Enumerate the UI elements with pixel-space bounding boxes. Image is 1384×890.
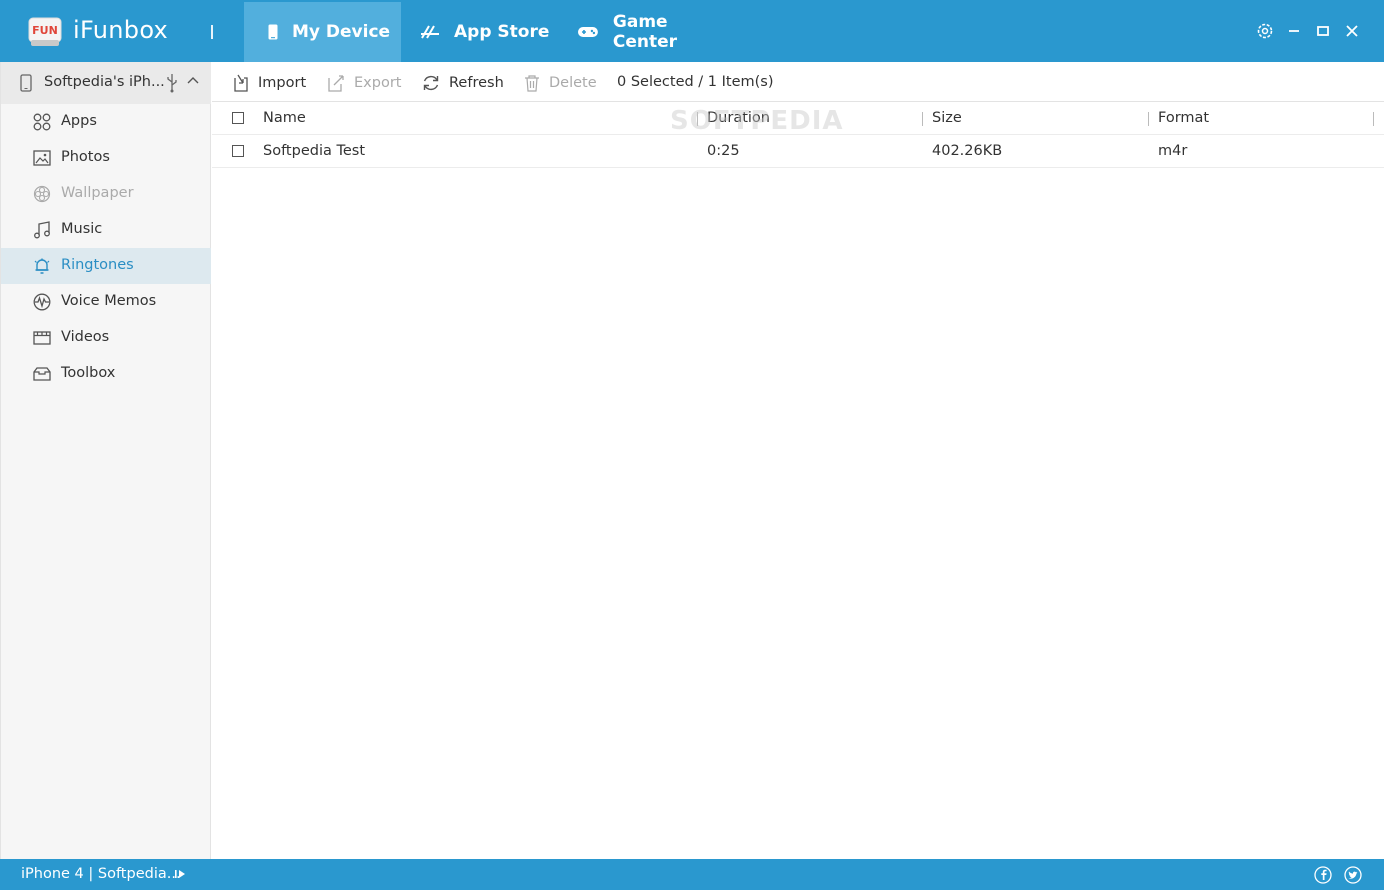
cell-size: 402.26KB: [932, 143, 1003, 159]
bell-icon: [34, 258, 50, 274]
column-resize-handle[interactable]: [922, 112, 923, 126]
refresh-icon: [423, 75, 439, 91]
export-icon: [328, 75, 344, 92]
flower-icon: [33, 185, 51, 203]
usb-icon: [167, 74, 177, 93]
tab-app-store[interactable]: App Store: [420, 2, 550, 62]
column-header-size[interactable]: Size: [932, 110, 962, 126]
sidebar-item-ringtones[interactable]: Ringtones: [1, 248, 211, 284]
sidebar-item-toolbox[interactable]: Toolbox: [1, 356, 211, 392]
row-checkbox[interactable]: [232, 145, 244, 157]
cell-name: Softpedia Test: [263, 143, 366, 159]
device-phone-icon: [20, 74, 32, 92]
sidebar-item-photos[interactable]: Photos: [1, 140, 211, 176]
music-note-icon: [34, 221, 50, 239]
maximize-icon: [1317, 26, 1329, 36]
column-resize-handle[interactable]: [1148, 112, 1149, 126]
trash-icon: [525, 75, 539, 92]
export-button[interactable]: Export: [326, 73, 401, 93]
watermark: SOFTPEDIA: [670, 106, 844, 136]
settings-icon: [1257, 23, 1273, 39]
waveform-icon: [33, 293, 51, 311]
sidebar-item-label: Apps: [61, 113, 97, 129]
sidebar-item-label: Wallpaper: [61, 185, 134, 201]
close-icon: [1346, 25, 1358, 37]
sidebar-item-label: Music: [61, 221, 103, 237]
tab-label: App Store: [454, 22, 550, 42]
sidebar-item-label: Voice Memos: [61, 293, 157, 309]
sidebar-item-label: Toolbox: [61, 365, 116, 381]
app-store-icon: [421, 25, 439, 39]
facebook-icon[interactable]: [1314, 866, 1332, 884]
gamepad-icon: [577, 27, 598, 37]
toolbox-icon: [33, 367, 51, 381]
refresh-button[interactable]: Refresh: [421, 73, 504, 93]
selection-status: 0 Selected / 1 Item(s): [617, 74, 774, 90]
export-label: Export: [354, 75, 402, 91]
chevron-up-icon[interactable]: [187, 76, 199, 86]
svg-text:FUN: FUN: [32, 24, 58, 37]
cell-duration: 0:25: [707, 143, 740, 159]
title-bar: FUN iFunbox My Device App Store Game Cen…: [0, 0, 1384, 62]
sidebar-item-label: Videos: [61, 329, 110, 345]
device-selector[interactable]: Softpedia's iPh...: [1, 62, 211, 104]
close-button[interactable]: [1343, 22, 1361, 40]
tab-label: Game Center: [612, 12, 678, 52]
phone-icon: [268, 24, 278, 40]
sidebar-item-label: Ringtones: [61, 257, 134, 273]
ifunbox-logo-icon: FUN: [28, 17, 62, 46]
status-device-info: iPhone 4 | Softpedia...: [21, 866, 181, 882]
column-header-name[interactable]: Name: [263, 110, 306, 126]
sidebar: Softpedia's iPh... Apps Photos Wallpaper…: [0, 62, 211, 859]
sidebar-item-videos[interactable]: Videos: [1, 320, 211, 356]
toolbar: Import Export Refresh Delete 0 Selected …: [212, 62, 1384, 102]
import-label: Import: [258, 75, 307, 91]
minimize-button[interactable]: [1285, 22, 1303, 40]
app-title: iFunbox: [73, 16, 169, 44]
sidebar-item-apps[interactable]: Apps: [1, 104, 211, 140]
sidebar-item-voice-memos[interactable]: Voice Memos: [1, 284, 211, 320]
import-button[interactable]: Import: [232, 73, 306, 93]
sidebar-item-music[interactable]: Music: [1, 212, 211, 248]
device-name: Softpedia's iPh...: [44, 74, 165, 90]
delete-button[interactable]: Delete: [523, 73, 597, 93]
tab-my-device[interactable]: My Device: [244, 2, 401, 62]
apps-grid-icon: [33, 113, 51, 131]
minimize-icon: [1289, 30, 1299, 32]
settings-button[interactable]: [1256, 22, 1274, 40]
maximize-button[interactable]: [1314, 22, 1332, 40]
photo-icon: [33, 150, 51, 166]
sidebar-item-label: Photos: [61, 149, 110, 165]
column-resize-handle[interactable]: [1373, 112, 1374, 126]
import-icon: [234, 74, 248, 92]
refresh-label: Refresh: [449, 75, 504, 91]
tab-game-center[interactable]: Game Center: [577, 2, 737, 62]
cell-format: m4r: [1158, 143, 1188, 159]
tab-label: My Device: [292, 22, 391, 42]
status-bar: iPhone 4 | Softpedia...: [0, 859, 1384, 890]
title-separator: [211, 25, 213, 39]
twitter-icon[interactable]: [1344, 866, 1362, 884]
delete-label: Delete: [549, 75, 597, 91]
film-icon: [33, 331, 51, 345]
column-header-format[interactable]: Format: [1158, 110, 1209, 126]
play-arrow-icon[interactable]: [175, 869, 187, 879]
table-row[interactable]: Softpedia Test 0:25 402.26KB m4r: [212, 135, 1384, 168]
sidebar-item-wallpaper[interactable]: Wallpaper: [1, 176, 211, 212]
select-all-checkbox[interactable]: [232, 112, 244, 124]
